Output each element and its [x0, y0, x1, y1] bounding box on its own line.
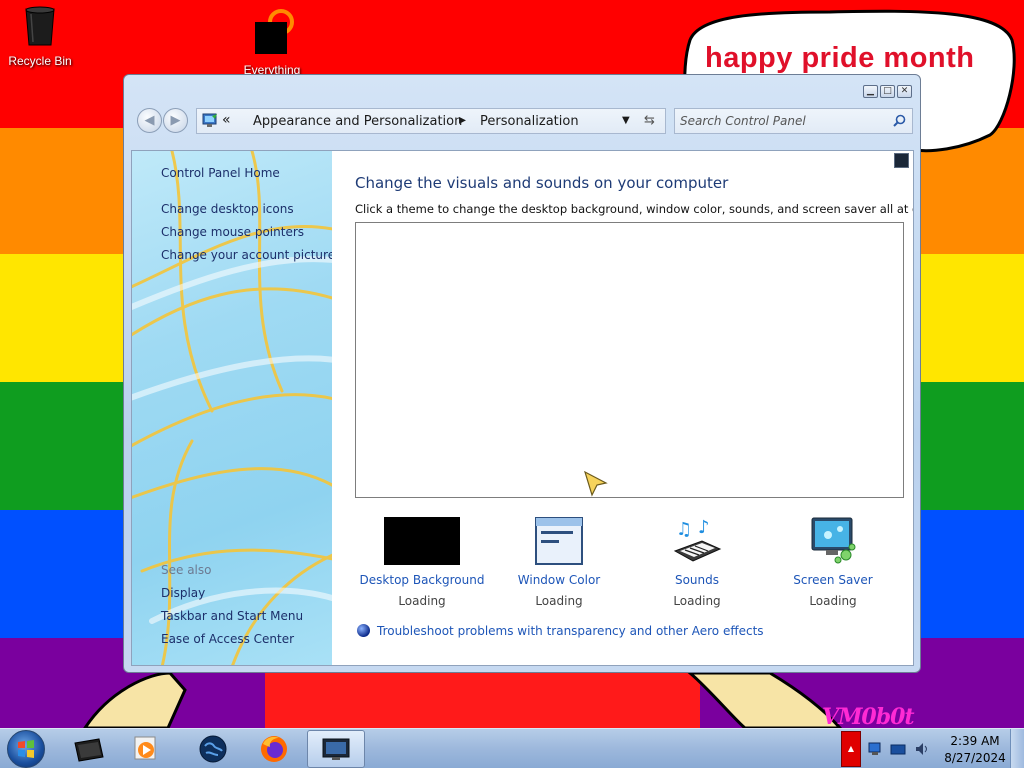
screen-saver-icon [765, 515, 901, 565]
desktop-background-label[interactable]: Desktop Background [354, 573, 490, 587]
desktop-background-icon [354, 515, 490, 565]
page-title: Change the visuals and sounds on your co… [355, 174, 729, 192]
forward-button[interactable]: ▶ [163, 108, 188, 133]
personalization-window-icon [322, 738, 350, 760]
control-panel-icon [202, 113, 217, 127]
minimize-button[interactable]: ▁ [863, 85, 878, 98]
close-button[interactable]: ✕ [897, 85, 912, 98]
change-mouse-pointers-link[interactable]: Change mouse pointers [161, 225, 304, 239]
search-placeholder: Search Control Panel [680, 114, 806, 128]
refresh-icon[interactable]: ⇆ [644, 113, 655, 128]
sounds-status: Loading [673, 594, 721, 608]
everything-icon [232, 8, 312, 59]
tray-volume-icon[interactable] [914, 741, 930, 757]
window-color-setting[interactable]: Window Color Loading [491, 515, 627, 608]
sounds-label[interactable]: Sounds [629, 573, 765, 587]
page-description: Click a theme to change the desktop back… [355, 202, 914, 216]
back-button[interactable]: ◀ [137, 108, 162, 133]
svg-text:♫: ♫ [676, 519, 692, 540]
theme-list[interactable] [355, 222, 904, 498]
window-color-label[interactable]: Window Color [491, 573, 627, 587]
desktop-background-status: Loading [398, 594, 446, 608]
desktop-background-setting[interactable]: Desktop Background Loading [354, 515, 490, 608]
tray-network-icon[interactable] [867, 741, 883, 757]
taskbar: ▲ 2:39 AM 8/27/2024 [0, 728, 1024, 768]
address-bar[interactable]: « Appearance and Personalization ▸ Perso… [196, 108, 666, 134]
svg-text:♪: ♪ [698, 517, 710, 538]
main-pane: Change the visuals and sounds on your co… [332, 151, 914, 665]
globe-icon [199, 735, 227, 763]
firefox-icon [261, 736, 287, 762]
show-desktop-button[interactable] [1010, 729, 1024, 768]
show-hidden-icons-button[interactable]: ▲ [841, 731, 861, 767]
recycle-bin-label: Recycle Bin [8, 54, 72, 68]
address-dropdown-icon[interactable]: ▼ [622, 115, 630, 126]
ease-of-access-link[interactable]: Ease of Access Center [161, 632, 294, 646]
clock-date[interactable]: 8/27/2024 [943, 751, 1007, 765]
sounds-setting[interactable]: ♫ ♪ Sounds Loading [629, 515, 765, 608]
screen-saver-setting[interactable]: Screen Saver Loading [765, 515, 901, 608]
taskbar-media-player[interactable] [118, 730, 176, 768]
busy-cursor-icon [584, 471, 608, 497]
clock-time[interactable]: 2:39 AM [947, 734, 1003, 748]
windows-logo-icon [18, 740, 34, 758]
change-account-picture-link[interactable]: Change your account picture [161, 248, 332, 262]
screen-saver-label[interactable]: Screen Saver [765, 573, 901, 587]
see-also-heading: See also [161, 563, 212, 577]
maximize-button[interactable]: □ [880, 85, 895, 98]
display-link[interactable]: Display [161, 586, 205, 600]
address-overflow-chevron[interactable]: « [222, 112, 231, 128]
content-area: Control Panel Home Change desktop icons … [131, 150, 914, 666]
taskbar-personalization-window[interactable] [307, 730, 365, 768]
change-desktop-icons-link[interactable]: Change desktop icons [161, 202, 294, 216]
breadcrumb-personalization[interactable]: Personalization [480, 114, 579, 129]
tray-display-icon[interactable] [890, 741, 906, 757]
artist-signature: VM0b0t [822, 704, 915, 728]
taskbar-file-explorer[interactable] [60, 730, 118, 768]
file-explorer-icon [74, 738, 104, 762]
search-input[interactable]: Search Control Panel [674, 108, 913, 134]
caption-buttons: ▁ □ ✕ [863, 85, 912, 98]
recycle-bin-icon [0, 5, 80, 50]
taskbar-start-menu-link[interactable]: Taskbar and Start Menu [161, 609, 303, 623]
help-thumbnail-icon[interactable] [894, 153, 909, 168]
window-color-status: Loading [535, 594, 583, 608]
breadcrumb-separator[interactable]: ▸ [459, 112, 466, 128]
desktop-icon-everything[interactable]: Everything [232, 8, 312, 77]
search-icon[interactable] [893, 114, 906, 127]
speech-bubble-text: happy pride month [705, 42, 975, 74]
start-button[interactable] [7, 730, 45, 768]
control-panel-home-link[interactable]: Control Panel Home [161, 166, 280, 180]
breadcrumb-appearance[interactable]: Appearance and Personalization [253, 114, 462, 129]
media-player-icon [134, 736, 156, 760]
task-pane: Control Panel Home Change desktop icons … [132, 151, 332, 665]
personalization-window: ▁ □ ✕ ◀ ▶ « Appearance and Personalizati… [123, 74, 921, 673]
sounds-icon: ♫ ♪ [629, 515, 765, 565]
desktop-icon-recycle-bin[interactable]: Recycle Bin [0, 5, 80, 68]
taskbar-firefox[interactable] [245, 730, 303, 768]
screen-saver-status: Loading [809, 594, 857, 608]
troubleshoot-icon [357, 624, 370, 637]
troubleshoot-aero-link[interactable]: Troubleshoot problems with transparency … [377, 624, 764, 638]
window-color-icon [491, 515, 627, 565]
taskbar-globe[interactable] [184, 730, 242, 768]
